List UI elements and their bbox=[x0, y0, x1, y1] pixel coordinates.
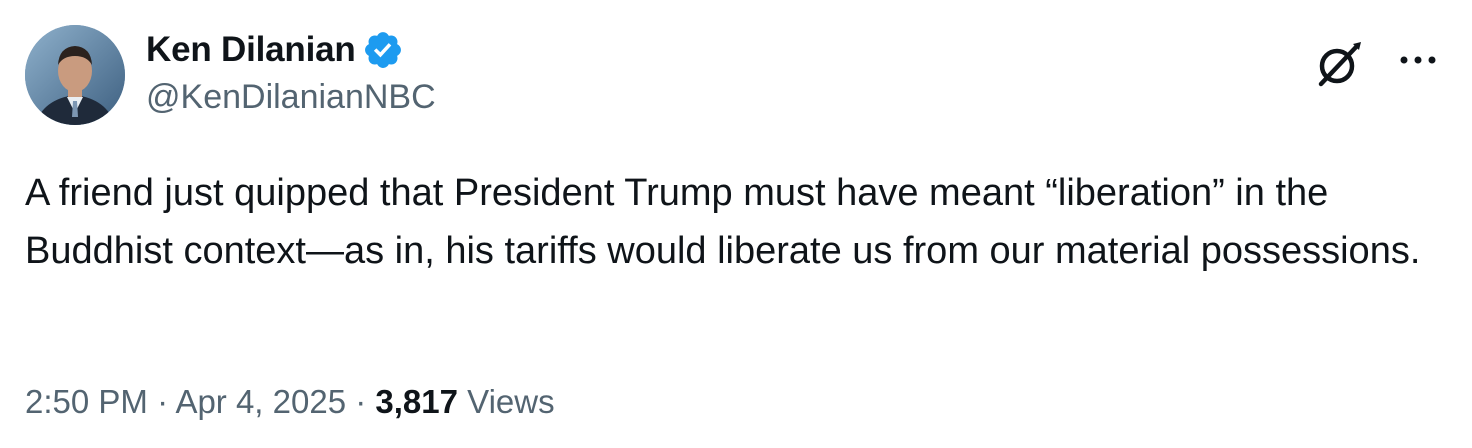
meta-separator: · bbox=[355, 383, 367, 420]
verified-badge-icon[interactable] bbox=[362, 29, 404, 71]
views-label: Views bbox=[467, 383, 555, 420]
tweet-text: A friend just quipped that President Tru… bbox=[25, 172, 1421, 272]
avatar-image bbox=[25, 25, 125, 125]
tweet-meta: 2:50 PM · Apr 4, 2025 · 3,817 Views bbox=[25, 383, 555, 421]
more-options-icon[interactable] bbox=[1398, 48, 1438, 72]
author-name[interactable]: Ken Dilanian bbox=[146, 30, 356, 70]
meta-separator: · bbox=[157, 383, 169, 420]
tweet-date[interactable]: Apr 4, 2025 bbox=[175, 383, 346, 420]
grok-icon[interactable] bbox=[1313, 38, 1365, 90]
tweet-time[interactable]: 2:50 PM bbox=[25, 383, 148, 420]
tweet-card: Ken Dilanian @KenDilanianNBC A friend ju… bbox=[0, 0, 1472, 448]
author-handle[interactable]: @KenDilanianNBC bbox=[146, 78, 436, 117]
views-count[interactable]: 3,817 bbox=[375, 383, 458, 420]
author-name-row: Ken Dilanian bbox=[146, 28, 404, 72]
avatar[interactable] bbox=[25, 25, 125, 125]
